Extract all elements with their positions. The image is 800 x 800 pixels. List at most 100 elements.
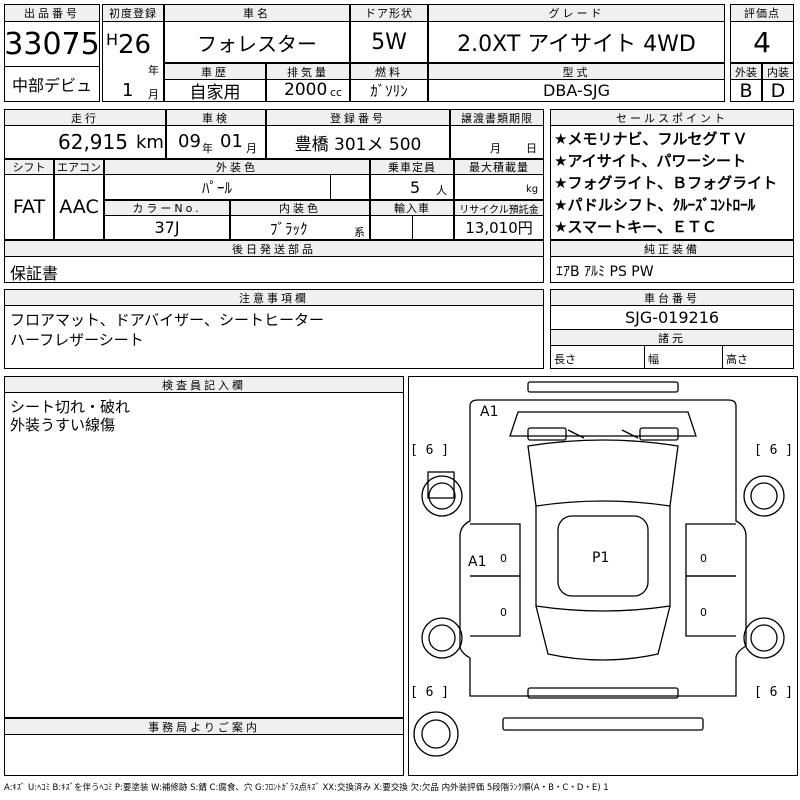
first-reg-label: 初度登録 [102, 4, 164, 22]
ext-color: ﾊﾟｰﾙ [201, 178, 232, 197]
grade-label: グレード [428, 4, 725, 22]
int-color-unit: 系 [354, 226, 365, 239]
dimensions-box [550, 345, 794, 369]
fuel-label: 燃料 [350, 63, 428, 80]
ext-color-label: 外装色 [104, 159, 370, 175]
notes-line: フロアマット、ドアバイザー、シートヒーター [10, 311, 324, 329]
shift: FAT [12, 196, 46, 218]
inspection-label: 車検 [166, 109, 266, 126]
door-label: ドア形状 [350, 4, 428, 22]
model: DBA-SJG [543, 81, 610, 100]
history: 自家用 [189, 83, 241, 103]
color-no: 37J [154, 218, 180, 237]
capacity-label: 乗車定員 [370, 159, 454, 175]
equipment: ｴｱB ｱﾙﾐ PS PW [556, 264, 654, 280]
car-damage-diagram: A1 A1 P1 [ 6 ] [ 6 ] [ 6 ] [ 6 ] 0 0 0 0 [410, 381, 793, 757]
tire-depth: [ 6 ] [754, 443, 793, 458]
car-name-label: 車名 [164, 4, 350, 22]
inspector-line: 外装うすい線傷 [10, 416, 116, 434]
mileage-unit: km [136, 132, 164, 153]
zero-mark: 0 [700, 606, 707, 619]
displacement: 2000 [284, 80, 328, 100]
zero-mark: 0 [500, 552, 507, 565]
score: 4 [753, 25, 771, 59]
length-label: 長さ [554, 353, 576, 366]
inspector-label: 検査員記入欄 [4, 376, 404, 393]
max-load-label: 最大積載量 [454, 159, 544, 175]
later-parts-box [4, 256, 544, 283]
displacement-unit: cc [330, 86, 343, 99]
door: 5W [371, 29, 407, 55]
reg-no: 豊橋 301メ 500 [294, 134, 422, 155]
damage-mark: A1 [468, 554, 486, 570]
tire-depth: [ 6 ] [410, 685, 449, 700]
car-name: フォレスター [197, 31, 317, 56]
year-unit: 年 [148, 64, 159, 77]
dimensions-label: 諸元 [550, 329, 794, 346]
month: 1 [122, 80, 134, 101]
chassis-label: 車台番号 [550, 289, 794, 306]
lot-no: 33075 [4, 26, 100, 62]
transfer-month: 月 [490, 142, 501, 155]
mileage: 62,915 [58, 130, 128, 154]
later-parts: 保証書 [10, 264, 59, 283]
later-parts-label: 後日発送部品 [4, 240, 544, 257]
exterior-grade: B [739, 79, 753, 102]
fuel: ｶﾞｿﾘﾝ [370, 82, 408, 100]
sales-point: ★アイサイト、パワーシート [554, 152, 747, 170]
shift-label: シフト [4, 159, 54, 175]
office-label: 事務局よりご案内 [4, 718, 404, 735]
sales-point: ★パドルシフト、ｸﾙｰｽﾞｺﾝﾄﾛｰﾙ [554, 196, 756, 214]
legend: A:ｷｽﾞ U:ﾍｺﾐ B:ｷｽﾞを伴うﾍｺﾐ P:要塗装 W:補修跡 S:錆 … [4, 783, 609, 793]
reg-no-label: 登録番号 [266, 109, 450, 126]
auction-name: 中部デビュ [11, 76, 92, 95]
inspection-month: 01 [220, 131, 243, 152]
int-color: ﾌﾞﾗｯｸ [270, 220, 308, 238]
office-box [4, 734, 404, 776]
mileage-label: 走行 [4, 109, 166, 126]
equipment-label: 純正装備 [550, 240, 794, 257]
damage-mark: A1 [480, 404, 498, 420]
inspection-year-unit: 年 [202, 142, 213, 155]
int-color-label: 内装色 [230, 200, 370, 216]
color-no-label: カラーNo. [104, 200, 230, 216]
zero-mark: 0 [500, 606, 507, 619]
lot-no-label: 出品番号 [4, 4, 100, 22]
sales-point: ★スマートキー、ＥＴＣ [554, 218, 717, 236]
tire-depth: [ 6 ] [410, 443, 449, 458]
height-label: 高さ [726, 353, 748, 366]
damage-mark: P1 [592, 550, 609, 566]
month-unit: 月 [148, 88, 159, 101]
import-label: 輸入車 [370, 200, 454, 216]
displacement-label: 排気量 [266, 63, 350, 80]
score-label: 評価点 [730, 4, 794, 22]
grade: 2.0XT アイサイト 4WD [457, 32, 696, 57]
inspection-month-unit: 月 [246, 142, 257, 155]
transfer-label: 譲渡書類期限 [450, 109, 544, 126]
interior-grade: D [770, 79, 786, 102]
sales-point: ★メモリナビ、フルセグＴＶ [554, 130, 748, 148]
transfer-day: 日 [526, 142, 537, 155]
notes-line: ハーフレザーシート [10, 331, 144, 349]
notes-label: 注意事項欄 [4, 289, 544, 306]
model-label: 型式 [428, 63, 725, 80]
capacity: 5 [410, 178, 421, 197]
inspector-box [4, 392, 404, 718]
sales-points-label: セールスポイント [550, 109, 794, 126]
inspection-year: 09 [178, 131, 201, 152]
recycle: 13,010円 [465, 219, 533, 237]
zero-mark: 0 [700, 552, 707, 565]
ac-label: エアコン [54, 159, 104, 175]
ac: AAC [59, 196, 99, 218]
recycle-label: リサイクル預託金 [454, 200, 544, 216]
tire-depth: [ 6 ] [754, 685, 793, 700]
capacity-unit: 人 [436, 184, 447, 197]
chassis: SJG-019216 [624, 308, 720, 327]
exterior-label: 外装 [730, 63, 762, 80]
year: 26 [118, 30, 152, 60]
sales-point: ★フォグライト、Ｂフォグライト [554, 174, 778, 192]
max-load-unit: kg [526, 184, 539, 195]
width-label: 幅 [648, 353, 659, 366]
interior-label: 内装 [762, 63, 794, 80]
era: H [106, 30, 119, 49]
